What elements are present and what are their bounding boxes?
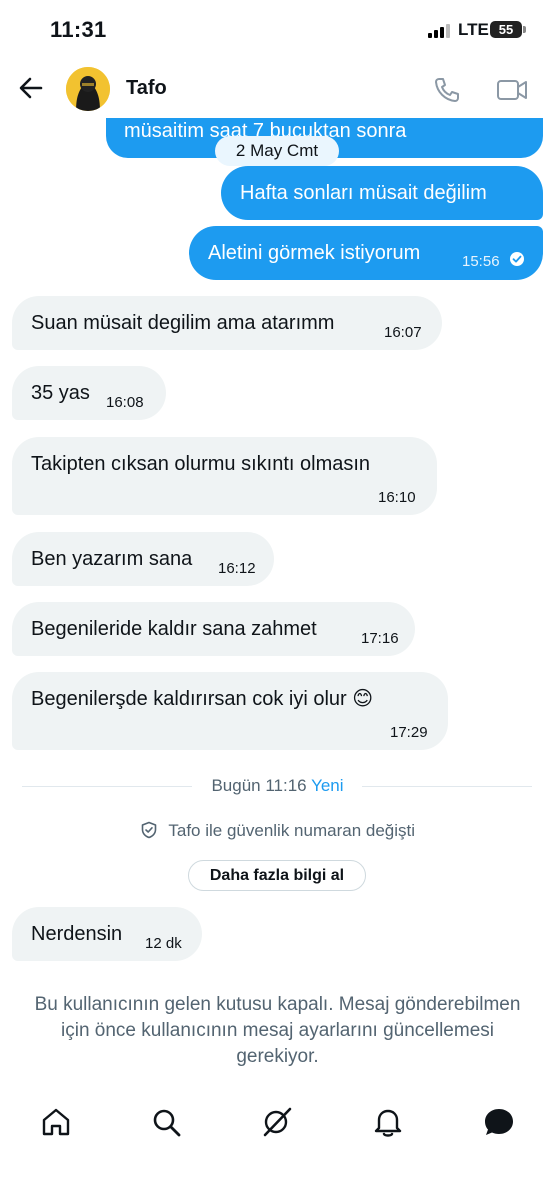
date-chip: 2 May Cmt [215, 136, 339, 166]
battery-icon: 55 [490, 21, 522, 38]
status-bar: 11:31 LTE 55 [0, 0, 555, 58]
read-check-icon [510, 252, 524, 266]
message-text: Begenileride kaldır sana zahmet [31, 618, 317, 640]
back-button[interactable] [14, 71, 48, 105]
message-time: 16:08 [106, 394, 144, 411]
message-text: Nerdensin [31, 923, 123, 945]
message-text: 35 yas [31, 382, 90, 404]
grok-icon [263, 1107, 292, 1137]
home-icon [42, 1108, 70, 1136]
message-bubble-incoming[interactable]: Nerdensin 12 dk [12, 907, 202, 961]
message-bubble-incoming[interactable]: Begenilerşde kaldırırsan cok iyi olur 😊 … [12, 672, 448, 750]
phone-icon [435, 78, 459, 102]
divider-new-label: Yeni [311, 776, 344, 795]
message-time: 16:10 [378, 489, 416, 506]
learn-more-button[interactable]: Daha fazla bilgi al [188, 860, 366, 891]
conversation-header: Tafo [0, 58, 555, 118]
tab-messages[interactable] [481, 1104, 517, 1140]
message-text: Takipten cıksan olurmu sıkıntı olmasın [31, 453, 371, 475]
message-bubble-outgoing[interactable]: Aletini görmek istiyorum 15:56 [189, 226, 543, 280]
status-time: 11:31 [50, 17, 107, 42]
shield-icon [141, 821, 157, 839]
message-bubble-incoming[interactable]: 35 yas 16:08 [12, 366, 166, 420]
security-notice: Tafo ile güvenlik numaran değişti [0, 821, 555, 841]
inbox-closed-notice: Bu kullanıcının gelen kutusu kapalı. Mes… [34, 994, 521, 1067]
message-text: Suan müsait degilim ama atarımm [31, 312, 335, 334]
video-icon [497, 80, 527, 100]
message-bubble-incoming[interactable]: Ben yazarım sana 16:12 [12, 532, 274, 586]
message-bubble-incoming[interactable]: Suan müsait degilim ama atarımm 16:07 [12, 296, 442, 350]
messages-icon [485, 1109, 513, 1135]
message-time: 16:12 [218, 560, 256, 577]
message-bubble-incoming[interactable]: Begenileride kaldır sana zahmet 17:16 [12, 602, 415, 656]
message-text: Hafta sonları müsait değilim [240, 182, 487, 204]
message-time: 17:29 [390, 724, 428, 741]
message-time: 15:56 [462, 253, 500, 270]
divider-timestamp: Bugün 11:16 [211, 776, 307, 795]
tab-notifications[interactable] [370, 1104, 406, 1140]
security-notice-text: Tafo ile güvenlik numaran değişti [168, 821, 416, 840]
tab-grok[interactable] [259, 1104, 295, 1140]
tab-search[interactable] [148, 1104, 184, 1140]
contact-name[interactable]: Tafo [126, 77, 167, 100]
message-text: Begenilerşde kaldırırsan cok iyi olur 😊 [31, 688, 374, 710]
arrow-left-icon [19, 77, 43, 99]
search-icon [153, 1109, 181, 1137]
battery-cap [523, 26, 526, 33]
message-bubble-outgoing[interactable]: Hafta sonları müsait değilim [221, 166, 543, 220]
tab-home[interactable] [38, 1104, 74, 1140]
video-call-button[interactable] [494, 73, 530, 107]
message-time: 16:07 [384, 324, 422, 341]
call-button[interactable] [430, 73, 464, 107]
message-bubble-incoming[interactable]: Takipten cıksan olurmu sıkıntı olmasın 1… [12, 437, 437, 515]
network-label: LTE [458, 20, 489, 39]
bell-icon [374, 1109, 402, 1137]
message-time: 17:16 [361, 630, 399, 647]
signal-icon [428, 24, 452, 38]
message-time: 12 dk [145, 935, 182, 952]
new-messages-divider: Bugün 11:16 Yeni [0, 776, 555, 796]
avatar-image [66, 67, 110, 111]
bottom-tab-bar [0, 1092, 555, 1152]
avatar[interactable] [66, 67, 110, 111]
message-text: Aletini görmek istiyorum [208, 242, 421, 264]
message-text: Ben yazarım sana [31, 548, 193, 570]
battery-level: 55 [498, 22, 514, 37]
